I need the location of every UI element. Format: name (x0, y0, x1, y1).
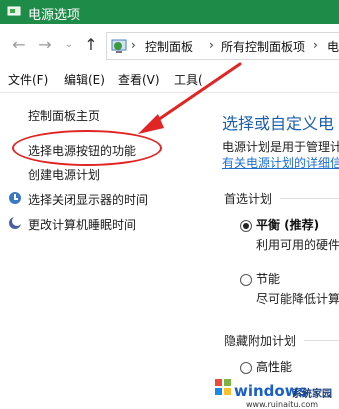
power-options-icon (7, 6, 21, 16)
arrow-up-icon[interactable]: ↑ (82, 36, 100, 54)
address-bar[interactable]: › 控制面板 › 所有控制面板项 › 电 (106, 32, 339, 60)
power-saver-plan-name[interactable]: 节能 (256, 270, 280, 287)
display-off-time-link[interactable]: 选择关闭显示器的时间 (28, 191, 148, 208)
breadcrumb-item[interactable]: 控制面板 (145, 38, 193, 55)
title-bar: 电源选项 (0, 0, 339, 24)
control-panel-home-link[interactable]: 控制面板主页 (28, 107, 100, 124)
balanced-plan-radio[interactable] (240, 220, 252, 232)
menu-file[interactable]: 文件(F) (8, 71, 48, 88)
menu-tools[interactable]: 工具( (174, 71, 203, 88)
chevron-down-icon[interactable]: ⌄ (60, 36, 78, 54)
annotation-ellipse (12, 130, 162, 166)
power-plan-info-link[interactable]: 有关电源计划的详细信 (222, 154, 339, 171)
breadcrumb-separator: › (131, 38, 136, 52)
group-divider (280, 198, 339, 199)
balanced-plan-desc: 利用可用的硬件 (256, 238, 339, 252)
arrow-left-icon[interactable]: ← (10, 36, 28, 54)
balanced-plan-name[interactable]: 平衡 (推荐) (256, 216, 319, 233)
control-panel-icon (111, 39, 127, 53)
computer-sleep-time-link[interactable]: 更改计算机睡眠时间 (28, 216, 136, 233)
power-saver-plan-radio[interactable] (240, 274, 252, 286)
sleep-moon-icon (9, 216, 22, 229)
breadcrumb-separator: › (209, 38, 214, 52)
breadcrumb-separator: › (313, 38, 318, 52)
power-saver-plan-desc: 尽可能降低计算 (256, 292, 339, 306)
breadcrumb-item[interactable]: 所有控制面板项 (221, 38, 305, 55)
description-text: 电源计划是用于管理计 (222, 140, 339, 154)
display-off-icon (9, 192, 21, 204)
page-heading: 选择或自定义电 (222, 114, 335, 133)
hidden-plans-label[interactable]: 隐藏附加计划 (224, 332, 296, 349)
breadcrumb-item[interactable]: 电 (327, 38, 339, 55)
create-power-plan-link[interactable]: 创建电源计划 (28, 166, 100, 183)
navigation-bar: ← → ⌄ ↑ › 控制面板 › 所有控制面板项 › 电 (0, 24, 339, 66)
windows-logo-icon (215, 379, 231, 395)
menu-view[interactable]: 查看(V) (118, 71, 160, 88)
preferred-plans-label: 首选计划 (224, 192, 273, 206)
menu-edit[interactable]: 编辑(E) (64, 71, 105, 88)
window-title: 电源选项 (28, 8, 81, 23)
menu-bar: 文件(F) 编辑(E) 查看(V) 工具( (0, 66, 339, 93)
group-divider (304, 340, 339, 341)
watermark-url: www.ruinaitu.com (246, 400, 319, 409)
arrow-right-icon[interactable]: → (36, 36, 54, 54)
watermark-cn: 系统家园 (292, 389, 332, 400)
watermark: windows 系统家园 www.ruinaitu.com (206, 350, 339, 409)
